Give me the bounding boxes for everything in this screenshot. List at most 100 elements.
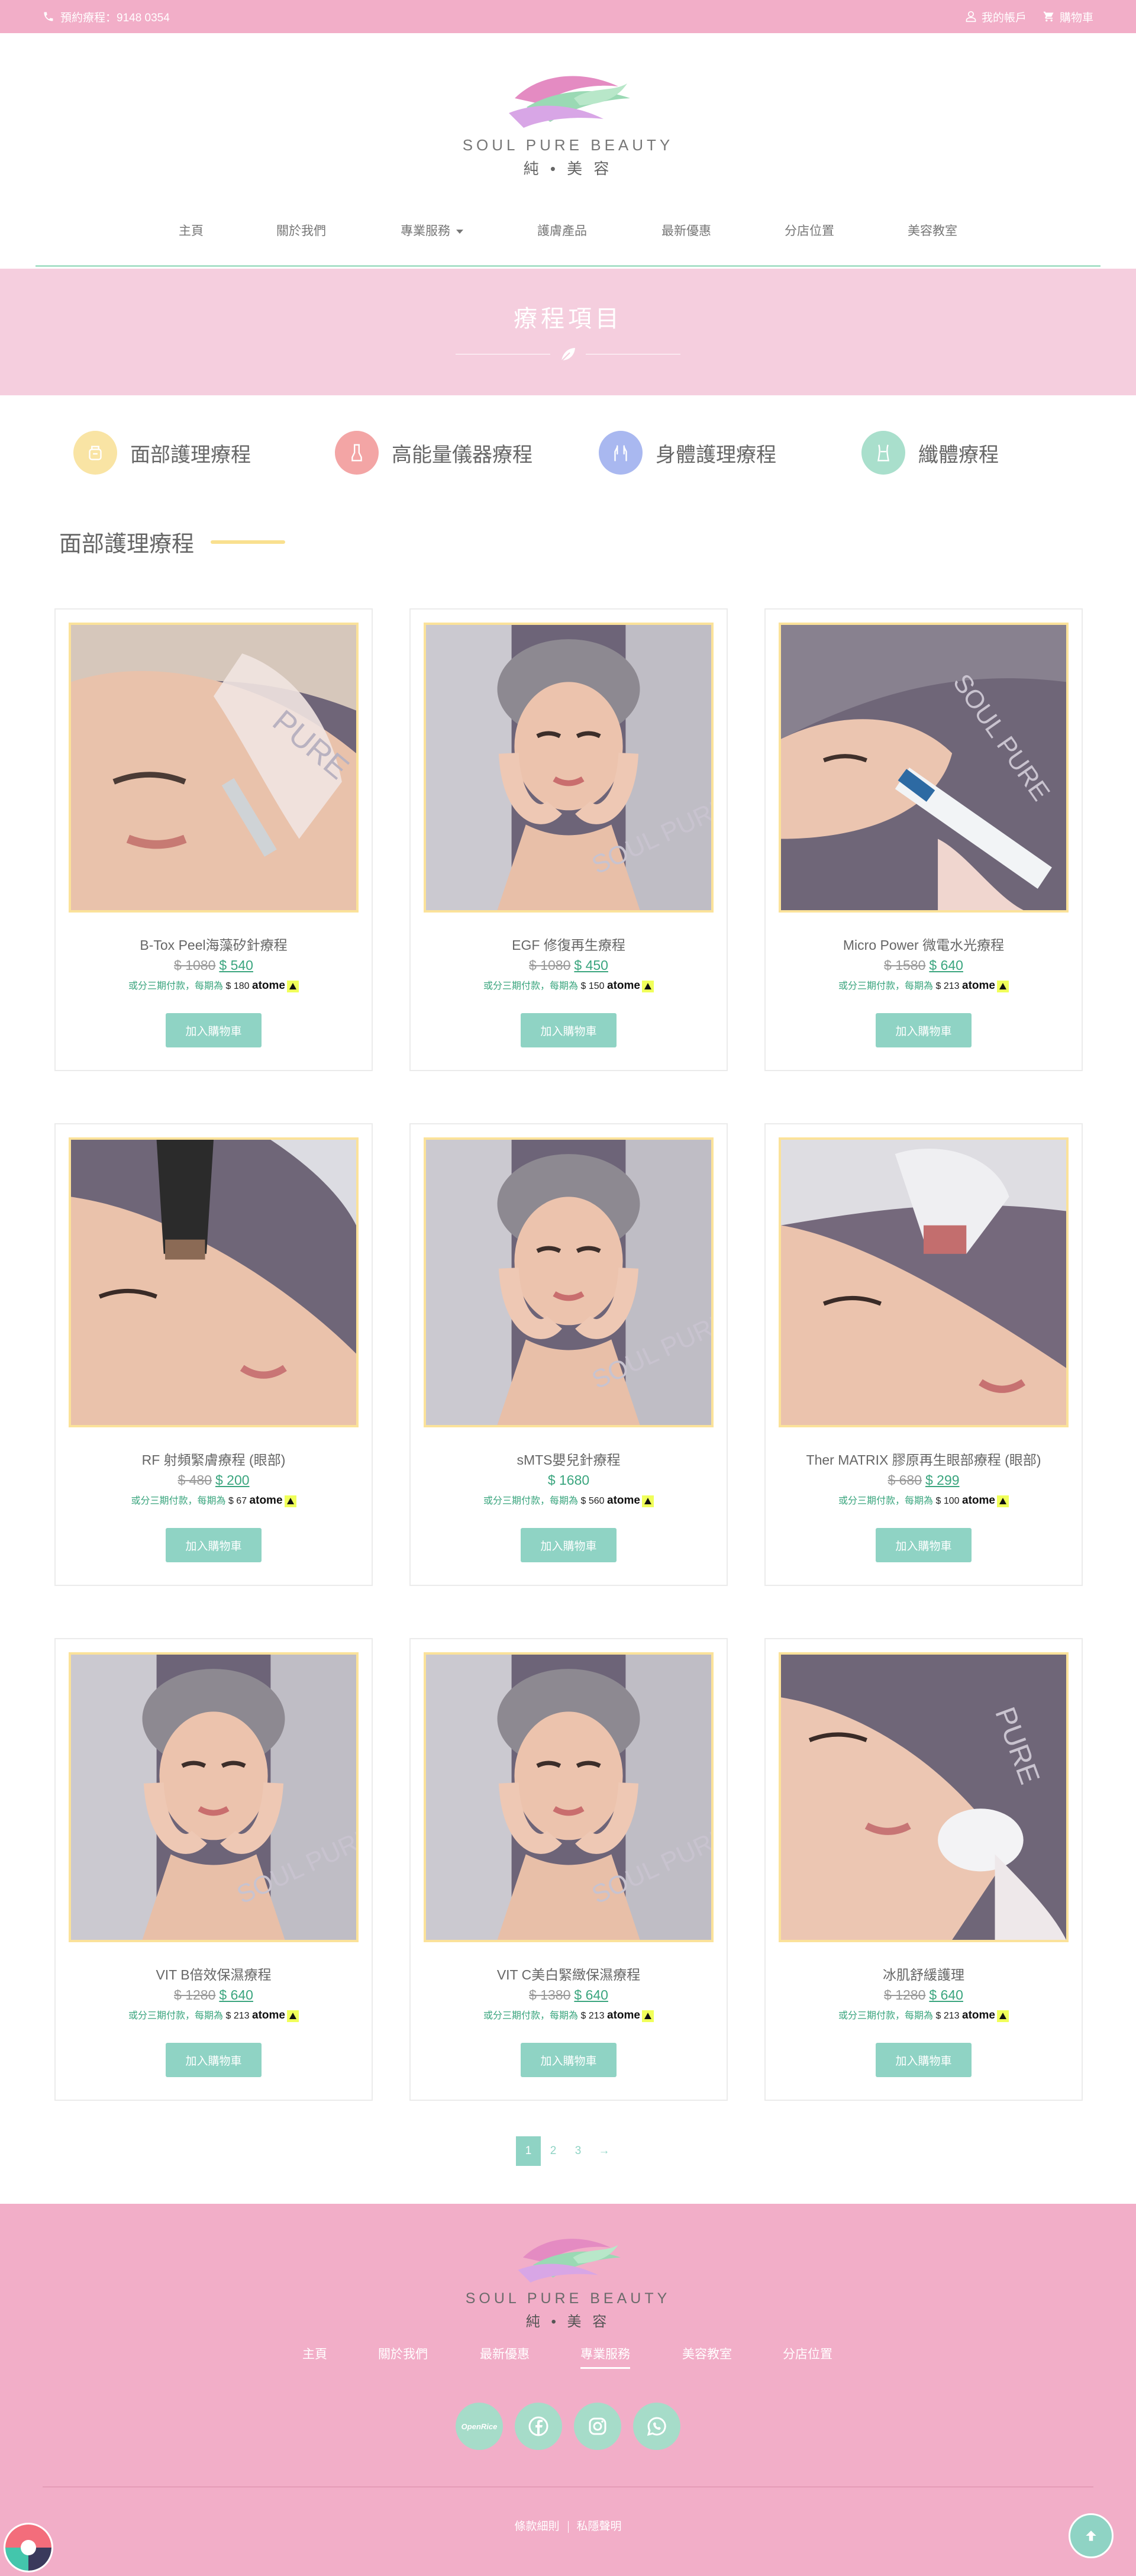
nav-about[interactable]: 關於我們 — [276, 221, 326, 239]
product-image[interactable]: SOUL PURE — [424, 1652, 714, 1942]
add-to-cart-button[interactable]: 加入購物車 — [166, 2043, 262, 2077]
phone-contact[interactable]: 預約療程：9148 0354 — [43, 9, 170, 25]
category-body[interactable]: 身體護理療程 — [599, 431, 776, 475]
sale-price[interactable]: $ 540 — [219, 957, 253, 973]
product-card[interactable]: RF 射頻緊膚療程 (眼部) $ 480 $ 200 或分三期付款，每期為 $ 6… — [54, 1123, 373, 1586]
whatsapp-icon[interactable] — [633, 2403, 680, 2450]
product-name[interactable]: VIT B倍效保濕療程 — [56, 1964, 372, 1984]
product-name[interactable]: Micro Power 微電水光療程 — [766, 934, 1082, 954]
nav-offers[interactable]: 最新優惠 — [661, 221, 711, 239]
nav-products[interactable]: 護膚產品 — [537, 221, 587, 239]
nav-services[interactable]: 專業服務 — [401, 221, 463, 239]
product-name[interactable]: RF 射頻緊膚療程 (眼部) — [56, 1449, 372, 1469]
add-to-cart-button[interactable]: 加入購物車 — [166, 1013, 262, 1047]
footer-nav-classroom[interactable]: 美容教室 — [682, 2345, 732, 2362]
section-heading: 面部護理療程 — [59, 525, 286, 558]
brand-logo[interactable]: SOUL PURE BEAUTY 純 • 美 容 — [462, 63, 674, 179]
facebook-icon[interactable] — [515, 2403, 562, 2450]
openrice-icon[interactable]: OpenRice — [456, 2403, 503, 2450]
product-card[interactable]: PURE B-Tox Peel海藻矽針療程 $ 1080 $ 540 或分三期付款… — [54, 608, 373, 1071]
privacy-link[interactable]: 私隱聲明 — [577, 2520, 622, 2533]
installment-prefix: 或分三期付款，每期為 — [483, 2011, 579, 2021]
product-image[interactable]: SOUL PURE — [779, 623, 1069, 913]
sale-price[interactable]: $ 640 — [574, 1987, 608, 2003]
installment-amount: $ 213 — [580, 2011, 605, 2021]
product-card[interactable]: SOUL PURE Micro Power 微電水光療程 $ 1580 $ 640… — [764, 608, 1083, 1071]
product-name[interactable]: Ther MATRIX 膠原再生眼部療程 (眼部) — [766, 1449, 1082, 1469]
footer-nav-locations[interactable]: 分店位置 — [783, 2345, 832, 2362]
add-to-cart-button[interactable]: 加入購物車 — [876, 1528, 972, 1562]
sale-price[interactable]: $ 200 — [215, 1472, 250, 1488]
footer-nav-about[interactable]: 關於我們 — [378, 2345, 428, 2362]
product-image[interactable]: SOUL PURE — [424, 1137, 714, 1427]
account-link[interactable]: 我的帳戶 — [965, 9, 1027, 25]
installment-prefix: 或分三期付款，每期為 — [838, 2011, 934, 2021]
arrow-up-icon — [1086, 2530, 1096, 2541]
top-bar: 預約療程：9148 0354 我的帳戶 購物車 — [0, 0, 1136, 33]
product-price: $ 1280 $ 640 — [56, 1987, 372, 2003]
add-to-cart-button[interactable]: 加入購物車 — [521, 1013, 617, 1047]
product-image[interactable]: PURE — [779, 1652, 1069, 1942]
product-name[interactable]: 冰肌舒緩護理 — [766, 1964, 1082, 1984]
footer-logo[interactable]: SOUL PURE BEAUTY 純 • 美 容 — [462, 2227, 674, 2330]
chat-widget-button[interactable] — [4, 2523, 53, 2572]
sale-price[interactable]: $ 299 — [925, 1472, 960, 1488]
product-card[interactable]: SOUL PURE VIT C美白緊緻保濕療程 $ 1380 $ 640 或分三期… — [409, 1638, 728, 2101]
page-1[interactable]: 1 — [516, 2136, 541, 2166]
atome-logo: atome — [962, 979, 995, 992]
product-name[interactable]: EGF 修復再生療程 — [411, 934, 727, 954]
product-image[interactable] — [69, 1137, 359, 1427]
back-to-top-button[interactable] — [1069, 2513, 1114, 2558]
product-card[interactable]: SOUL PURE sMTS嬰兒針療程 $ 1680 或分三期付款，每期為 $ … — [409, 1123, 728, 1586]
add-to-cart-button[interactable]: 加入購物車 — [876, 2043, 972, 2077]
footer-nav-home[interactable]: 主頁 — [302, 2345, 327, 2362]
terms-link[interactable]: 條款細則 — [514, 2520, 559, 2533]
product-image[interactable] — [779, 1137, 1069, 1427]
product-price: $ 1280 $ 640 — [766, 1987, 1082, 2003]
product-name[interactable]: sMTS嬰兒針療程 — [411, 1449, 727, 1469]
product-card[interactable]: SOUL PURE EGF 修復再生療程 $ 1080 $ 450 或分三期付款，… — [409, 608, 728, 1071]
sale-price[interactable]: $ 640 — [929, 957, 963, 973]
product-card[interactable]: PURE 冰肌舒緩護理 $ 1280 $ 640 或分三期付款，每期為 $ 213… — [764, 1638, 1083, 2101]
category-device[interactable]: 高能量儀器療程 — [335, 431, 532, 475]
cart-link[interactable]: 購物車 — [1043, 9, 1093, 25]
add-to-cart-button[interactable]: 加入購物車 — [521, 1528, 617, 1562]
add-to-cart-button[interactable]: 加入購物車 — [876, 1013, 972, 1047]
original-price: $ 680 — [888, 1472, 922, 1488]
phone-text: 預約療程：9148 0354 — [60, 11, 170, 24]
product-image[interactable]: PURE — [69, 623, 359, 913]
category-facial[interactable]: 面部護理療程 — [73, 431, 251, 475]
page-2[interactable]: 2 — [541, 2136, 566, 2166]
category-label: 高能量儀器療程 — [392, 443, 532, 466]
sale-price[interactable]: $ 450 — [574, 957, 608, 973]
openrice-label: OpenRice — [461, 2422, 498, 2431]
add-to-cart-button[interactable]: 加入購物車 — [521, 2043, 617, 2077]
product-image[interactable]: SOUL PURE — [69, 1652, 359, 1942]
product-card[interactable]: SOUL PURE VIT B倍效保濕療程 $ 1280 $ 640 或分三期付款… — [54, 1638, 373, 2101]
next-page-arrow[interactable]: → — [592, 2136, 617, 2166]
footer-nav-services[interactable]: 專業服務 — [580, 2345, 630, 2369]
nav-home[interactable]: 主頁 — [179, 221, 204, 239]
installment-prefix: 或分三期付款，每期為 — [483, 981, 579, 991]
sale-price: $ 1680 — [547, 1472, 590, 1488]
page-3[interactable]: 3 — [566, 2136, 590, 2166]
sale-price[interactable]: $ 640 — [929, 1987, 963, 2003]
product-card[interactable]: Ther MATRIX 膠原再生眼部療程 (眼部) $ 680 $ 299 或分三… — [764, 1123, 1083, 1586]
add-to-cart-button[interactable]: 加入購物車 — [166, 1528, 262, 1562]
user-icon — [966, 11, 976, 22]
nav-classroom[interactable]: 美容教室 — [908, 221, 957, 239]
slimming-icon — [861, 431, 905, 475]
product-name[interactable]: B-Tox Peel海藻矽針療程 — [56, 934, 372, 954]
instagram-icon[interactable] — [574, 2403, 621, 2450]
installment-info: 或分三期付款，每期為 $ 67 atome — [56, 1492, 372, 1507]
product-name[interactable]: VIT C美白緊緻保濕療程 — [411, 1964, 727, 1984]
footer-nav-offers[interactable]: 最新優惠 — [480, 2345, 530, 2362]
category-slimming[interactable]: 纖體療程 — [861, 431, 999, 475]
installment-info: 或分三期付款，每期為 $ 150 atome — [411, 978, 727, 992]
installment-info: 或分三期付款，每期為 $ 213 atome — [411, 2007, 727, 2022]
sale-price[interactable]: $ 640 — [219, 1987, 253, 2003]
nav-locations[interactable]: 分店位置 — [785, 221, 834, 239]
product-image[interactable]: SOUL PURE — [424, 623, 714, 913]
account-label: 我的帳戶 — [981, 11, 1027, 24]
installment-amount: $ 213 — [225, 2011, 250, 2021]
